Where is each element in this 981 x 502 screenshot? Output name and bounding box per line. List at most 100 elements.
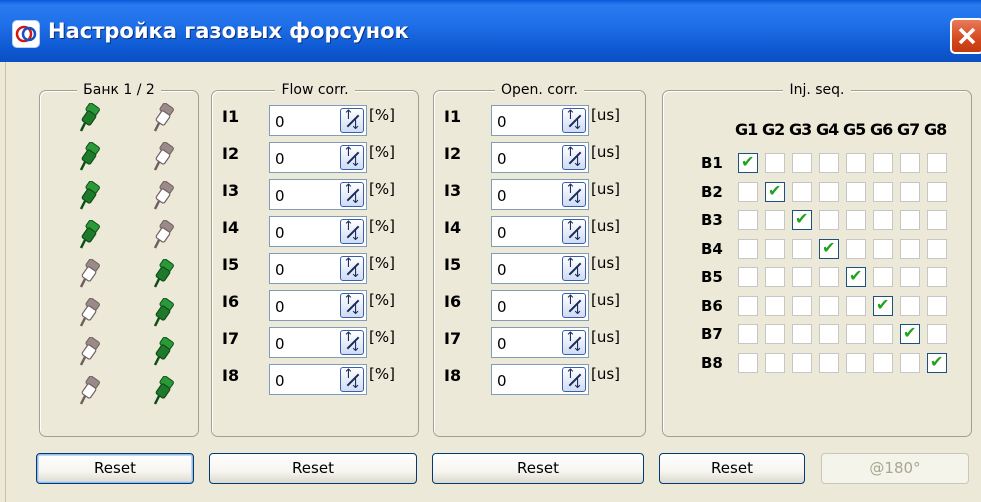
sequence-checkbox[interactable]: [900, 210, 920, 230]
open-corr-value-field[interactable]: 0 ↑ ↓: [491, 216, 589, 247]
open-corr-value-field[interactable]: 0 ↑ ↓: [491, 327, 589, 358]
sequence-checkbox[interactable]: [873, 324, 893, 344]
spin-arrows-icon[interactable]: ↑ ↓: [340, 108, 364, 133]
spin-arrows-icon[interactable]: ↑ ↓: [562, 219, 586, 244]
rotate-180-button[interactable]: @180°: [821, 453, 969, 484]
sequence-checkbox[interactable]: [792, 238, 812, 259]
sequence-checkbox[interactable]: [846, 181, 866, 202]
sequence-checkbox[interactable]: [819, 181, 839, 202]
sequence-checkbox[interactable]: [846, 352, 866, 373]
injector-active-icon[interactable]: [152, 297, 176, 328]
spin-arrows-icon[interactable]: ↑ ↓: [562, 293, 586, 318]
sequence-checkbox[interactable]: [765, 352, 785, 373]
sequence-checkbox[interactable]: [819, 324, 839, 344]
sequence-checkbox[interactable]: [927, 267, 947, 287]
open-corr-value-field[interactable]: 0 ↑ ↓: [491, 105, 589, 136]
spin-arrows-icon[interactable]: ↑ ↓: [340, 330, 364, 355]
injector-inactive-icon[interactable]: [78, 336, 102, 367]
spin-arrows-icon[interactable]: ↑ ↓: [562, 108, 586, 133]
sequence-checkbox[interactable]: ✔: [873, 295, 893, 316]
sequence-checkbox[interactable]: [819, 267, 839, 287]
injector-inactive-icon[interactable]: [78, 258, 102, 289]
sequence-checkbox[interactable]: [738, 238, 758, 259]
flow-corr-value-field[interactable]: 0 ↑ ↓: [269, 216, 367, 247]
spin-arrows-icon[interactable]: ↑ ↓: [562, 182, 586, 207]
sequence-checkbox[interactable]: [819, 210, 839, 230]
sequence-checkbox[interactable]: [765, 238, 785, 259]
spin-arrows-icon[interactable]: ↑ ↓: [340, 367, 364, 392]
sequence-checkbox[interactable]: [792, 295, 812, 316]
sequence-checkbox[interactable]: [819, 153, 839, 173]
spin-arrows-icon[interactable]: ↑ ↓: [562, 145, 586, 170]
sequence-checkbox[interactable]: [846, 153, 866, 173]
reset-flow-button[interactable]: Reset: [209, 453, 417, 484]
flow-corr-value-field[interactable]: 0 ↑ ↓: [269, 179, 367, 210]
close-button[interactable]: [950, 18, 981, 54]
sequence-checkbox[interactable]: [900, 352, 920, 373]
sequence-checkbox[interactable]: [873, 238, 893, 259]
injector-inactive-icon[interactable]: [78, 297, 102, 328]
sequence-checkbox[interactable]: ✔: [927, 352, 947, 373]
reset-open-button[interactable]: Reset: [432, 453, 644, 484]
sequence-checkbox[interactable]: [792, 181, 812, 202]
sequence-checkbox[interactable]: ✔: [846, 266, 866, 287]
sequence-checkbox[interactable]: [900, 267, 920, 287]
sequence-checkbox[interactable]: ✔: [765, 181, 785, 202]
spin-arrows-icon[interactable]: ↑ ↓: [562, 330, 586, 355]
sequence-checkbox[interactable]: [765, 210, 785, 230]
sequence-checkbox[interactable]: [873, 352, 893, 373]
sequence-checkbox[interactable]: [819, 295, 839, 316]
injector-inactive-icon[interactable]: [152, 180, 176, 211]
flow-corr-value-field[interactable]: 0 ↑ ↓: [269, 253, 367, 284]
spin-arrows-icon[interactable]: ↑ ↓: [340, 293, 364, 318]
flow-corr-value-field[interactable]: 0 ↑ ↓: [269, 290, 367, 321]
title-bar[interactable]: Настройка газовых форсунок: [0, 0, 981, 62]
open-corr-value-field[interactable]: 0 ↑ ↓: [491, 364, 589, 395]
sequence-checkbox[interactable]: [873, 210, 893, 230]
flow-corr-value-field[interactable]: 0 ↑ ↓: [269, 142, 367, 173]
injector-inactive-icon[interactable]: [152, 219, 176, 250]
injector-active-icon[interactable]: [78, 219, 102, 250]
sequence-checkbox[interactable]: [927, 324, 947, 344]
injector-active-icon[interactable]: [152, 375, 176, 406]
injector-active-icon[interactable]: [78, 141, 102, 172]
reset-bank-button[interactable]: Reset: [36, 453, 194, 484]
sequence-checkbox[interactable]: [900, 181, 920, 202]
sequence-checkbox[interactable]: [927, 295, 947, 316]
sequence-checkbox[interactable]: [927, 238, 947, 259]
injector-inactive-icon[interactable]: [152, 141, 176, 172]
open-corr-value-field[interactable]: 0 ↑ ↓: [491, 290, 589, 321]
sequence-checkbox[interactable]: [927, 153, 947, 173]
sequence-checkbox[interactable]: [846, 295, 866, 316]
flow-corr-value-field[interactable]: 0 ↑ ↓: [269, 364, 367, 395]
open-corr-value-field[interactable]: 0 ↑ ↓: [491, 142, 589, 173]
reset-inj-seq-button[interactable]: Reset: [659, 453, 805, 484]
injector-active-icon[interactable]: [78, 180, 102, 211]
sequence-checkbox[interactable]: ✔: [792, 209, 812, 230]
sequence-checkbox[interactable]: [846, 238, 866, 259]
sequence-checkbox[interactable]: [846, 210, 866, 230]
injector-inactive-icon[interactable]: [152, 102, 176, 133]
sequence-checkbox[interactable]: [765, 324, 785, 344]
sequence-checkbox[interactable]: [792, 324, 812, 344]
injector-active-icon[interactable]: [152, 336, 176, 367]
sequence-checkbox[interactable]: ✔: [900, 323, 920, 344]
sequence-checkbox[interactable]: [927, 181, 947, 202]
sequence-checkbox[interactable]: [900, 153, 920, 173]
sequence-checkbox[interactable]: [765, 267, 785, 287]
sequence-checkbox[interactable]: [792, 267, 812, 287]
sequence-checkbox[interactable]: [927, 210, 947, 230]
open-corr-value-field[interactable]: 0 ↑ ↓: [491, 179, 589, 210]
sequence-checkbox[interactable]: [738, 181, 758, 202]
sequence-checkbox[interactable]: [765, 295, 785, 316]
flow-corr-value-field[interactable]: 0 ↑ ↓: [269, 327, 367, 358]
injector-inactive-icon[interactable]: [78, 375, 102, 406]
sequence-checkbox[interactable]: [738, 267, 758, 287]
sequence-checkbox[interactable]: ✔: [819, 238, 839, 259]
sequence-checkbox[interactable]: [738, 295, 758, 316]
sequence-checkbox[interactable]: ✔: [738, 152, 758, 173]
sequence-checkbox[interactable]: [738, 352, 758, 373]
spin-arrows-icon[interactable]: ↑ ↓: [340, 182, 364, 207]
injector-active-icon[interactable]: [78, 102, 102, 133]
sequence-checkbox[interactable]: [792, 153, 812, 173]
